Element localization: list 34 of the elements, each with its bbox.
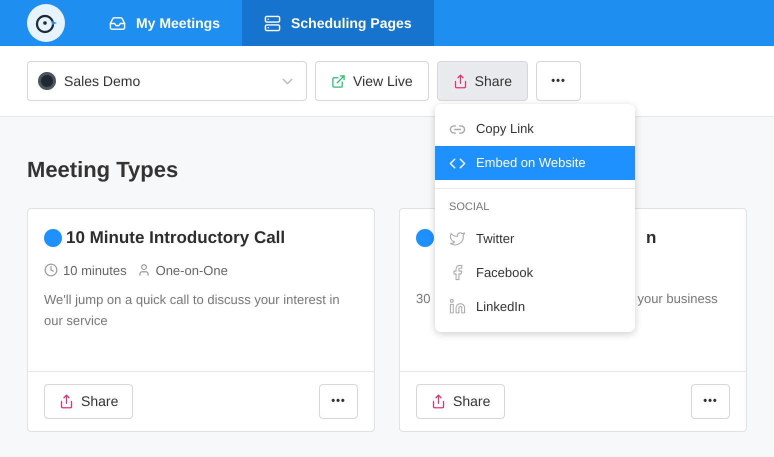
more-button[interactable]: ••• <box>536 61 582 101</box>
card-title: 10 Minute Introductory Call <box>66 227 286 249</box>
menu-item[interactable]: Copy Link <box>435 112 635 146</box>
nav-tab[interactable]: Scheduling Pages <box>242 0 434 46</box>
menu-item[interactable]: LinkedIn <box>435 290 635 324</box>
linkedin-icon <box>449 298 466 315</box>
logo-icon[interactable] <box>27 4 65 42</box>
bird-icon <box>449 230 466 247</box>
clock-icon <box>44 263 58 278</box>
section-heading: Meeting Types <box>27 156 178 184</box>
share-icon <box>431 394 446 409</box>
person-icon <box>136 263 151 278</box>
card-description: 30 <box>416 290 430 308</box>
share-button[interactable]: Share <box>416 384 506 419</box>
share-button[interactable]: Share <box>436 61 528 101</box>
view-live-button[interactable]: View Live <box>315 61 429 101</box>
card-title: n <box>646 227 656 249</box>
duration-text: 10 minutes <box>63 262 127 280</box>
page-avatar-icon <box>38 72 56 90</box>
more-button[interactable]: ••• <box>691 384 730 419</box>
share-icon <box>59 394 74 409</box>
more-button[interactable]: ••• <box>319 384 358 419</box>
card-description: your business <box>637 290 718 308</box>
menu-item[interactable]: Facebook <box>435 256 635 290</box>
share-button[interactable]: Share <box>44 384 134 419</box>
menu-item[interactable]: Twitter <box>435 222 635 256</box>
card-description: We'll jump on a quick call to discuss your interest in our service <box>44 291 341 330</box>
inbox-icon <box>109 14 126 32</box>
server-icon <box>264 14 282 32</box>
page-select[interactable]: Sales Demo <box>27 61 307 101</box>
meeting-kind-text: One-on-One <box>156 262 228 280</box>
menu-section-label: SOCIAL <box>448 200 490 215</box>
share-icon <box>452 74 468 88</box>
external-link-icon <box>331 74 346 88</box>
